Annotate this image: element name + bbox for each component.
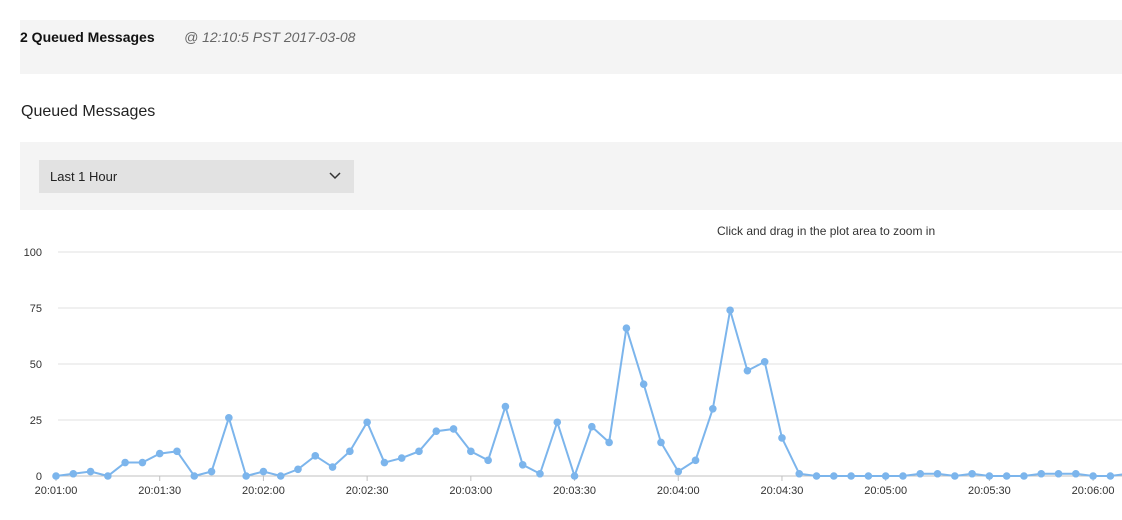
data-point: [709, 405, 717, 413]
data-point: [743, 366, 752, 375]
data-point: [225, 413, 233, 422]
data-point: [380, 458, 389, 467]
data-point: [173, 447, 181, 456]
data-point: [639, 380, 648, 388]
data-point: [795, 469, 804, 478]
x-tick-label: 20:05:30: [968, 485, 1011, 497]
data-point: [570, 472, 579, 480]
x-tick-label: 20:02:30: [346, 485, 389, 497]
data-point: [1054, 469, 1063, 478]
data-point: [691, 456, 700, 465]
data-point: [812, 472, 821, 480]
data-point: [155, 449, 164, 458]
x-tick-label: 20:02:00: [242, 485, 285, 497]
data-point: [294, 465, 302, 474]
data-point: [1106, 472, 1115, 480]
data-point: [328, 463, 337, 471]
queued-messages-chart[interactable]: 0 25 50 75 100 20:01:00 20:01:30 20:02:00 20:02:…: [0, 240, 1122, 520]
data-point: [363, 418, 371, 427]
chevron-down-icon: [329, 172, 341, 180]
queued-count-title: 2 Queued Messages: [20, 29, 155, 45]
data-point: [985, 472, 994, 480]
data-point: [242, 472, 250, 480]
data-point: [346, 447, 354, 456]
data-point: [432, 427, 441, 435]
data-point: [484, 456, 492, 465]
data-point: [1002, 472, 1011, 480]
zoom-hint: Click and drag in the plot area to zoom …: [717, 224, 936, 238]
data-point: [311, 452, 320, 460]
data-point: [553, 418, 562, 427]
data-point: [933, 469, 942, 478]
x-tick-label: 20:06:00: [1072, 485, 1115, 497]
section-title: Queued Messages: [21, 103, 156, 120]
time-range-value: Last 1 Hour: [50, 169, 118, 184]
data-point: [968, 469, 976, 478]
data-point: [674, 467, 683, 476]
data-point: [501, 402, 510, 411]
data-point: [69, 469, 78, 478]
x-tick-label: 20:03:30: [553, 485, 596, 497]
data-point: [1020, 472, 1028, 480]
data-point: [588, 422, 596, 431]
x-tick-label: 20:03:00: [449, 485, 492, 497]
data-point: [449, 425, 458, 433]
filter-bar: Last 1 Hour: [20, 142, 1122, 210]
x-tick-label: 20:05:00: [864, 485, 907, 497]
data-point: [847, 472, 855, 480]
data-point: [916, 469, 925, 478]
data-point: [778, 434, 786, 442]
data-point: [657, 438, 665, 447]
data-point: [951, 472, 959, 480]
data-point: [52, 472, 60, 480]
data-point: [138, 458, 147, 467]
y-tick-label: 75: [30, 303, 42, 315]
data-point: [726, 306, 734, 315]
data-point: [207, 467, 216, 476]
data-point: [864, 472, 873, 480]
y-tick-label: 0: [36, 471, 42, 483]
data-point: [605, 438, 613, 447]
y-tick-label: 100: [24, 247, 42, 259]
data-point: [1089, 472, 1097, 480]
x-tick-label: 20:04:30: [761, 485, 804, 497]
data-point: [190, 472, 199, 480]
data-point: [86, 467, 95, 476]
series-line: [55, 309, 1122, 480]
x-tick-label: 20:01:30: [138, 485, 181, 497]
header-bar: 2 Queued Messages @ 12:10:5 PST 2017-03-…: [20, 20, 1122, 74]
time-range-dropdown[interactable]: Last 1 Hour: [39, 160, 354, 193]
x-tick-label: 20:01:00: [35, 485, 78, 497]
data-point: [467, 447, 475, 456]
data-point: [899, 472, 907, 480]
data-point: [276, 472, 285, 480]
timestamp: @ 12:10:5 PST 2017-03-08: [184, 29, 356, 45]
x-tick-label: 20:04:00: [657, 485, 700, 497]
data-point: [121, 458, 129, 467]
data-point: [259, 467, 268, 476]
data-point: [760, 357, 769, 366]
data-point: [536, 469, 544, 478]
data-point: [1037, 469, 1046, 478]
data-point: [397, 454, 406, 462]
data-point: [881, 472, 890, 480]
data-point: [622, 324, 631, 332]
data-point: [518, 461, 527, 469]
data-point: [415, 447, 423, 456]
data-point: [104, 472, 112, 480]
y-tick-label: 50: [30, 359, 42, 371]
data-point: [1072, 469, 1080, 478]
y-tick-label: 25: [30, 415, 42, 427]
data-point: [830, 472, 838, 480]
